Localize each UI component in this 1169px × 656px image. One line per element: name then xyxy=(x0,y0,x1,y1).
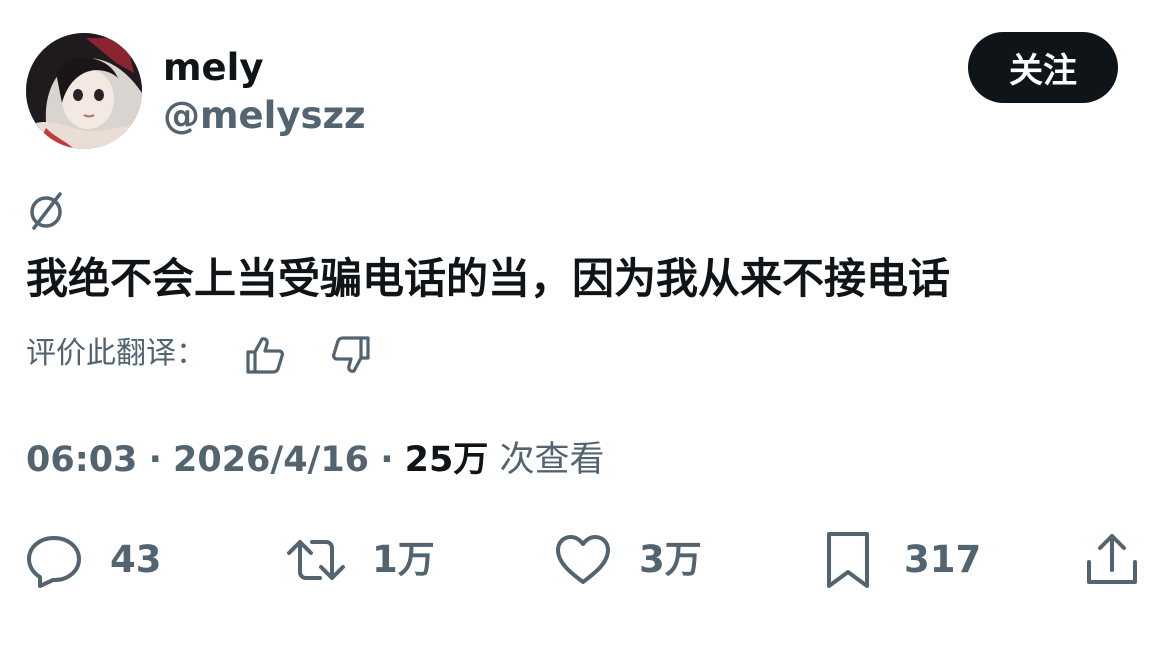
translate-icon xyxy=(26,190,66,230)
meta-separator: · xyxy=(148,440,162,480)
bookmark-icon xyxy=(827,532,869,588)
bookmark-button[interactable]: 317 xyxy=(818,530,981,590)
retweet-button[interactable]: 1万 xyxy=(286,530,435,590)
like-button[interactable]: 3万 xyxy=(553,530,702,590)
share-icon xyxy=(1087,534,1137,584)
thumbs-up-icon[interactable] xyxy=(244,334,286,376)
retweet-icon xyxy=(287,540,345,580)
reply-button[interactable]: 43 xyxy=(24,530,162,590)
views-count: 25万 xyxy=(404,440,489,480)
tweet-text: 我绝不会上当受骗电话的当，因为我从来不接电话 xyxy=(26,254,951,303)
display-name[interactable]: mely xyxy=(163,45,263,91)
retweet-count: 1万 xyxy=(372,538,435,581)
reply-icon xyxy=(27,536,81,588)
heart-icon xyxy=(556,535,610,584)
follow-button[interactable]: 关注 xyxy=(968,32,1118,103)
meta-separator: · xyxy=(380,440,394,480)
bookmark-count: 317 xyxy=(904,538,982,581)
reply-count: 43 xyxy=(110,538,162,581)
tweet-time[interactable]: 06:03 xyxy=(26,440,137,480)
tweet-meta: 06:03 · 2026/4/16 · 25万 次查看 xyxy=(26,437,605,483)
views-label: 次查看 xyxy=(499,440,605,480)
tweet-date[interactable]: 2026/4/16 xyxy=(173,440,369,480)
user-handle[interactable]: @melyszz xyxy=(163,93,366,139)
rate-translation-label: 评价此翻译： xyxy=(26,336,206,371)
like-count: 3万 xyxy=(639,538,702,581)
share-button[interactable] xyxy=(1082,530,1142,590)
thumbs-down-icon[interactable] xyxy=(330,334,372,376)
avatar[interactable] xyxy=(26,33,142,149)
